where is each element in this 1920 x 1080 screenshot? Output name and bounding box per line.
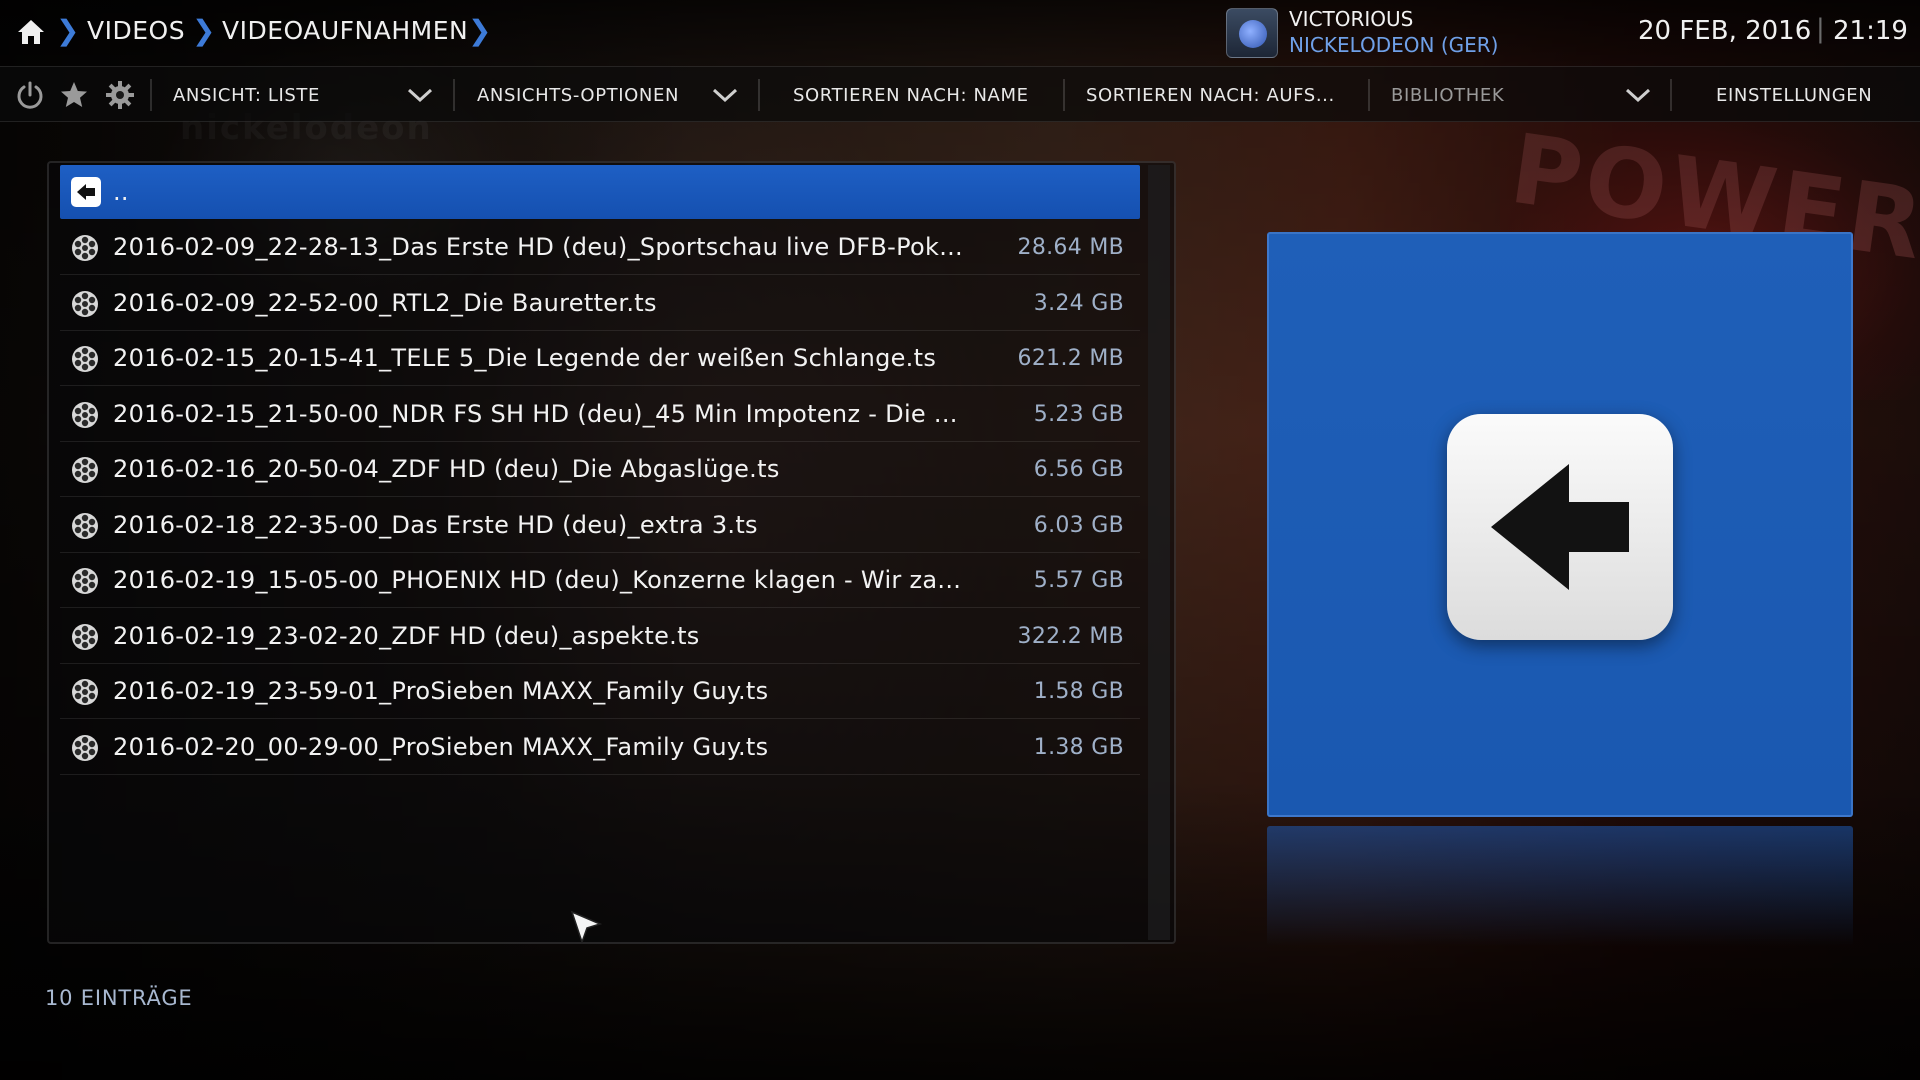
now-playing-title: VICTORIOUS — [1289, 7, 1414, 31]
file-name: 2016-02-19_23-59-01_ProSieben MAXX_Famil… — [113, 677, 769, 705]
film-reel-icon — [70, 344, 100, 374]
view-options-dropdown[interactable]: ANSICHTS-OPTIONEN — [477, 85, 679, 106]
date-display: 20 FEB, 2016 — [1638, 16, 1812, 46]
item-count: 10 EINTRÄGE — [45, 986, 193, 1010]
breadcrumb-recordings[interactable]: VIDEOAUFNAHMEN — [222, 16, 468, 45]
film-reel-icon — [70, 677, 100, 707]
file-size: 322.2 MB — [1017, 623, 1124, 649]
parent-folder-item[interactable]: .. — [60, 165, 1140, 219]
list-item[interactable]: 2016-02-09_22-28-13_Das Erste HD (deu)_S… — [60, 220, 1140, 275]
file-name: 2016-02-15_20-15-41_TELE 5_Die Legende d… — [113, 344, 937, 372]
list-item[interactable]: 2016-02-18_22-35-00_Das Erste HD (deu)_e… — [60, 498, 1140, 553]
file-name: 2016-02-16_20-50-04_ZDF HD (deu)_Die Abg… — [113, 455, 780, 483]
film-reel-icon — [70, 733, 100, 763]
star-icon[interactable] — [58, 79, 90, 111]
film-reel-icon — [70, 400, 100, 430]
file-size: 5.23 GB — [1033, 401, 1124, 427]
file-size: 28.64 MB — [1017, 235, 1124, 260]
file-name: 2016-02-18_22-35-00_Das Erste HD (deu)_e… — [113, 510, 758, 539]
back-arrow-icon — [71, 177, 101, 207]
list-item[interactable]: 2016-02-19_23-59-01_ProSieben MAXX_Famil… — [60, 664, 1140, 719]
library-dropdown[interactable]: BIBLIOTHEK — [1391, 85, 1504, 106]
breadcrumb-separator-icon: ❯ — [192, 14, 216, 47]
chevron-down-icon[interactable] — [406, 83, 434, 107]
list-item[interactable]: 2016-02-15_21-50-00_NDR FS SH HD (deu)_4… — [60, 387, 1140, 442]
file-name: 2016-02-15_21-50-00_NDR FS SH HD (deu)_4… — [113, 399, 958, 428]
sort-by-button[interactable]: SORTIEREN NACH: NAME — [793, 85, 1029, 106]
back-arrow-icon — [1447, 414, 1673, 640]
settings-button[interactable]: EINSTELLUNGEN — [1716, 85, 1872, 106]
film-reel-icon — [70, 233, 100, 263]
gear-icon[interactable] — [104, 79, 136, 111]
power-icon[interactable] — [14, 79, 46, 111]
film-reel-icon — [70, 622, 100, 652]
file-size: 1.38 GB — [1033, 734, 1124, 760]
mouse-cursor-icon — [570, 910, 602, 945]
view-mode-dropdown[interactable]: ANSICHT: LISTE — [173, 85, 320, 106]
film-reel-icon — [70, 511, 100, 541]
breadcrumb-separator-icon: ❯ — [56, 14, 80, 47]
list-scrollbar[interactable] — [1148, 165, 1170, 940]
clock-separator: | — [1816, 14, 1825, 44]
chevron-down-icon[interactable] — [1624, 83, 1652, 107]
file-name: 2016-02-20_00-29-00_ProSieben MAXX_Famil… — [113, 732, 769, 761]
file-size: 3.24 GB — [1033, 290, 1124, 316]
time-display: 21:19 — [1833, 16, 1908, 46]
list-item[interactable]: 2016-02-15_20-15-41_TELE 5_Die Legende d… — [60, 331, 1140, 386]
file-name: 2016-02-09_22-28-13_Das Erste HD (deu)_S… — [113, 233, 963, 261]
list-item[interactable]: 2016-02-19_23-02-20_ZDF HD (deu)_aspekte… — [60, 609, 1140, 664]
file-size: 5.57 GB — [1033, 568, 1124, 593]
file-name: 2016-02-19_15-05-00_PHOENIX HD (deu)_Kon… — [113, 566, 962, 594]
view-toolbar: ANSICHT: LISTE ANSICHTS-OPTIONEN SORTIER… — [0, 66, 1920, 122]
breadcrumb-videos[interactable]: VIDEOS — [87, 16, 185, 45]
now-playing-channel: NICKELODEON (GER) — [1289, 33, 1499, 57]
channel-logo-icon — [1226, 8, 1278, 58]
film-reel-icon — [70, 289, 100, 319]
list-item[interactable]: 2016-02-20_00-29-00_ProSieben MAXX_Famil… — [60, 720, 1140, 775]
preview-reflection — [1267, 826, 1853, 946]
breadcrumb-separator-icon: ❯ — [468, 14, 492, 47]
film-reel-icon — [70, 566, 100, 596]
list-item[interactable]: 2016-02-19_15-05-00_PHOENIX HD (deu)_Kon… — [60, 553, 1140, 608]
file-size: 621.2 MB — [1017, 346, 1124, 371]
file-name: 2016-02-19_23-02-20_ZDF HD (deu)_aspekte… — [113, 621, 700, 650]
home-icon[interactable] — [16, 17, 46, 47]
list-item[interactable]: 2016-02-09_22-52-00_RTL2_Die Bauretter.t… — [60, 276, 1140, 331]
file-size: 1.58 GB — [1033, 679, 1124, 704]
chevron-down-icon[interactable] — [711, 83, 739, 107]
file-size: 6.03 GB — [1033, 512, 1124, 538]
item-preview-panel — [1267, 232, 1853, 817]
list-item-label: .. — [113, 178, 129, 206]
file-size: 6.56 GB — [1033, 457, 1124, 482]
list-item[interactable]: 2016-02-16_20-50-04_ZDF HD (deu)_Die Abg… — [60, 442, 1140, 497]
file-name: 2016-02-09_22-52-00_RTL2_Die Bauretter.t… — [113, 288, 657, 317]
top-bar: ❯ VIDEOS ❯ VIDEOAUFNAHMEN ❯ VICTORIOUS N… — [0, 0, 1920, 66]
sort-order-button[interactable]: SORTIEREN NACH: AUFS... — [1086, 85, 1335, 106]
film-reel-icon — [70, 455, 100, 485]
